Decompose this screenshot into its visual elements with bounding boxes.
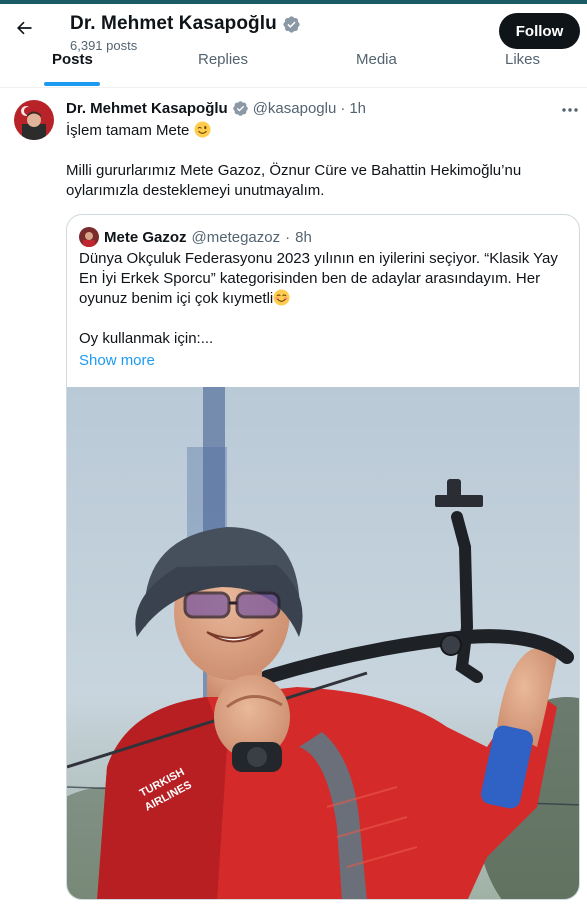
- header-name: Dr. Mehmet Kasapoğlu: [70, 13, 277, 34]
- verified-badge-icon: [283, 15, 300, 33]
- author-name[interactable]: Dr. Mehmet Kasapoğlu: [66, 100, 228, 117]
- quoted-text-paragraph-1: Dünya Okçuluk Federasyonu 2023 yılının e…: [79, 249, 571, 309]
- active-tab-indicator: [44, 82, 100, 86]
- back-arrow-icon: [17, 21, 32, 35]
- tab-posts[interactable]: Posts: [52, 51, 93, 68]
- quoted-author-avatar: [79, 227, 99, 247]
- quoted-tweet-text: Dünya Okçuluk Federasyonu 2023 yılının e…: [79, 249, 571, 349]
- separator-dot: ·: [285, 228, 291, 246]
- follow-button[interactable]: Follow: [499, 13, 580, 49]
- tweet-body: Milli gururlarımız Mete Gazoz, Öznur Cür…: [66, 162, 522, 199]
- quoted-author-name: Mete Gazoz: [104, 228, 187, 246]
- quoted-tweet-header: Mete Gazoz @metegazoz · 8h: [79, 227, 312, 247]
- tweet-line-1: İşlem tamam Mete: [66, 121, 576, 141]
- more-dots-icon: [562, 108, 578, 112]
- author-avatar[interactable]: [14, 100, 54, 140]
- author-handle[interactable]: @kasapoglu: [253, 100, 337, 117]
- winking-face-emoji-icon: [194, 121, 211, 138]
- more-options-button[interactable]: [556, 100, 584, 120]
- quoted-text-paragraph-2: Oy kullanmak için:...: [79, 330, 214, 347]
- tab-media[interactable]: Media: [356, 51, 397, 68]
- quoted-author-handle: @metegazoz: [191, 228, 281, 246]
- tweet-header: Dr. Mehmet Kasapoğlu @kasapoglu · 1h: [66, 100, 366, 117]
- tweet-time[interactable]: 1h: [349, 100, 366, 117]
- show-more-link[interactable]: Show more: [79, 352, 155, 369]
- separator-dot: ·: [340, 100, 346, 117]
- tab-replies[interactable]: Replies: [198, 51, 248, 68]
- author-avatar-image: [14, 100, 54, 140]
- back-button[interactable]: [10, 14, 38, 42]
- tweet-text: İşlem tamam Mete Milli gururlarımız Mete…: [66, 121, 576, 221]
- quoted-tweet-card[interactable]: Mete Gazoz @metegazoz · 8h Dünya Okçuluk…: [66, 214, 580, 900]
- profile-tabs: Posts Replies Media Likes: [0, 51, 587, 88]
- tab-likes[interactable]: Likes: [505, 51, 540, 68]
- verified-badge-icon: [232, 101, 248, 116]
- tweet-line-1-text: İşlem tamam Mete: [66, 122, 190, 139]
- archer-photo-image: TURKISH AIRLINES: [67, 387, 579, 899]
- quoted-text-part-1: Dünya Okçuluk Federasyonu 2023 yılının e…: [79, 250, 558, 307]
- header-title: Dr. Mehmet Kasapoğlu: [70, 13, 301, 35]
- smiling-face-emoji-icon: [273, 289, 290, 306]
- profile-header: Dr. Mehmet Kasapoğlu 6,391 posts Follow: [0, 4, 587, 56]
- quoted-tweet-time: 8h: [295, 228, 312, 246]
- quoted-tweet-photo[interactable]: TURKISH AIRLINES: [67, 387, 579, 899]
